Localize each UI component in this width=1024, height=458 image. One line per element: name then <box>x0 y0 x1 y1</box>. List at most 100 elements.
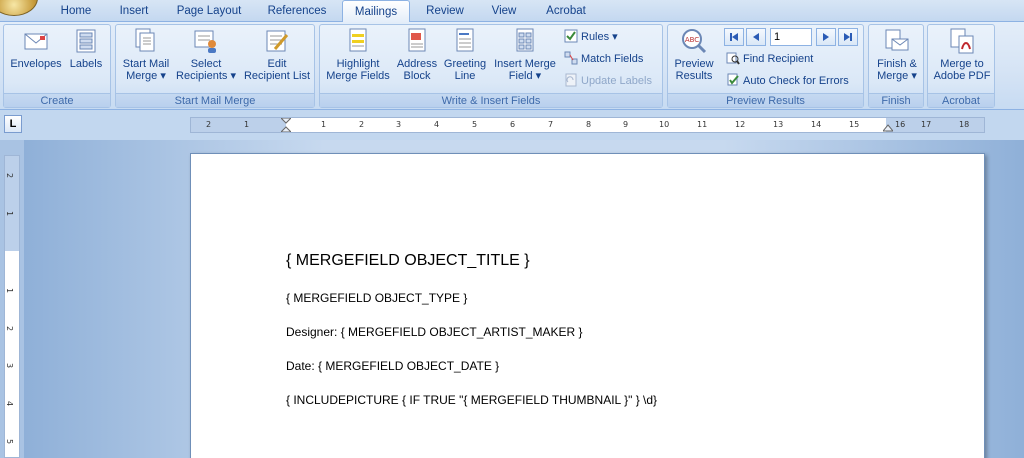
update-labels-button[interactable]: Update Labels <box>564 72 652 90</box>
document-page[interactable]: { MERGEFIELD OBJECT_TITLE } { MERGEFIELD… <box>190 153 985 458</box>
preview-results-button[interactable]: ABC Preview Results <box>670 27 718 82</box>
office-button[interactable] <box>0 0 38 16</box>
group-acrobat: Merge to Adobe PDF Acrobat <box>927 24 995 108</box>
group-label-finish: Finish <box>869 93 923 107</box>
ruler-tick: 2 <box>5 325 15 332</box>
ruler-tick: 4 <box>434 120 440 129</box>
preview-abc-icon: ABC <box>682 29 707 54</box>
adobe-pdf-icon <box>950 28 974 54</box>
address-block-icon <box>408 28 426 52</box>
ruler-tick: 13 <box>773 120 784 129</box>
ribbon-tab-bar: Home Insert Page Layout References Maili… <box>0 0 1024 23</box>
ruler-tick: 12 <box>735 120 746 129</box>
auto-check-errors-button[interactable]: Auto Check for Errors <box>726 72 849 90</box>
edit-list-icon <box>266 30 289 52</box>
group-write-insert-fields: Highlight Merge Fields Address Block Gre… <box>319 24 663 108</box>
next-record-button[interactable] <box>816 28 836 46</box>
greeting-line-icon <box>456 28 474 52</box>
record-number-input[interactable] <box>770 28 812 46</box>
insert-field-icon <box>516 28 534 52</box>
ruler-row: L 2 1 1 2 3 4 5 6 7 8 9 10 11 12 13 14 1… <box>0 110 1024 140</box>
ruler-tick: 1 <box>244 120 250 129</box>
ruler-tick: 18 <box>959 120 970 129</box>
include-picture-field[interactable]: { INCLUDEPICTURE { IF TRUE "{ MERGEFIELD… <box>286 393 657 407</box>
group-label-create: Create <box>4 93 110 107</box>
rules-button[interactable]: Rules ▾ <box>564 28 618 46</box>
address-block-button[interactable]: Address Block <box>394 27 440 82</box>
finish-merge-icon <box>885 29 909 51</box>
rules-icon <box>564 29 578 43</box>
merge-to-adobe-pdf-button[interactable]: Merge to Adobe PDF <box>930 27 994 82</box>
last-record-button[interactable] <box>838 28 858 46</box>
tab-acrobat[interactable]: Acrobat <box>536 3 596 22</box>
insert-merge-field-button[interactable]: Insert Merge Field ▾ <box>490 27 560 82</box>
group-label-write-insert-fields: Write & Insert Fields <box>320 93 662 107</box>
tab-selector-button[interactable]: L <box>4 115 22 133</box>
right-indent-marker[interactable] <box>883 118 893 132</box>
finish-merge-button[interactable]: Finish & Merge ▾ <box>871 27 923 82</box>
find-recipient-button[interactable]: Find Recipient <box>726 50 813 68</box>
tab-insert[interactable]: Insert <box>108 3 160 22</box>
ruler-tick: 2 <box>5 172 15 179</box>
ruler-tick: 3 <box>5 362 15 369</box>
start-mail-merge-button[interactable]: Start Mail Merge ▾ <box>118 27 174 82</box>
vertical-ruler[interactable]: 2 1 1 2 3 4 5 <box>4 155 20 458</box>
tab-mailings[interactable]: Mailings <box>342 0 410 23</box>
recipients-icon <box>194 30 216 53</box>
ruler-tick: 10 <box>659 120 670 129</box>
left-indent-marker[interactable] <box>281 118 291 132</box>
group-label-preview-results: Preview Results <box>668 93 863 107</box>
ruler-tick: 7 <box>548 120 554 129</box>
ribbon: Envelopes Labels Create Start Mail Merge… <box>0 22 1024 110</box>
tab-view[interactable]: View <box>482 3 526 22</box>
highlight-merge-fields-button[interactable]: Highlight Merge Fields <box>322 27 394 82</box>
group-label-acrobat: Acrobat <box>928 93 994 107</box>
designer-line[interactable]: Designer: { MERGEFIELD OBJECT_ARTIST_MAK… <box>286 325 583 339</box>
tab-references[interactable]: References <box>258 3 336 22</box>
match-fields-icon <box>564 51 578 65</box>
first-record-button[interactable] <box>724 28 744 46</box>
ruler-tick: 5 <box>472 120 478 129</box>
ruler-tick: 3 <box>396 120 402 129</box>
tab-review[interactable]: Review <box>416 3 474 22</box>
select-recipients-button[interactable]: Select Recipients ▾ <box>174 27 238 82</box>
top-margin-area <box>5 156 19 251</box>
edit-recipient-list-button[interactable]: Edit Recipient List <box>240 27 314 82</box>
match-fields-button[interactable]: Match Fields <box>564 50 643 68</box>
ruler-tick: 14 <box>811 120 822 129</box>
group-label-start-mail-merge: Start Mail Merge <box>116 93 314 107</box>
merge-field-object-title[interactable]: { MERGEFIELD OBJECT_TITLE } <box>286 252 530 270</box>
group-finish: Finish & Merge ▾ Finish <box>868 24 924 108</box>
horizontal-ruler[interactable]: 2 1 1 2 3 4 5 6 7 8 9 10 11 12 13 14 15 … <box>190 117 985 133</box>
group-preview-results: ABC Preview Results Find Recipient Auto … <box>667 24 864 108</box>
ruler-tick: 5 <box>5 438 15 445</box>
group-create: Envelopes Labels Create <box>3 24 111 108</box>
group-start-mail-merge: Start Mail Merge ▾ Select Recipients ▾ E… <box>115 24 315 108</box>
previous-record-button[interactable] <box>746 28 766 46</box>
tab-home[interactable]: Home <box>52 3 100 22</box>
greeting-line-button[interactable]: Greeting Line <box>440 27 490 82</box>
ruler-tick: 9 <box>623 120 629 129</box>
envelopes-button[interactable]: Envelopes <box>10 27 62 70</box>
ruler-tick: 15 <box>849 120 860 129</box>
tab-page-layout[interactable]: Page Layout <box>168 3 250 22</box>
merge-field-object-type[interactable]: { MERGEFIELD OBJECT_TYPE } <box>286 291 467 305</box>
labels-button[interactable]: Labels <box>66 27 106 70</box>
highlight-icon <box>349 28 367 52</box>
auto-check-icon <box>727 73 739 86</box>
ruler-tick: 2 <box>206 120 212 129</box>
envelope-icon <box>24 33 48 50</box>
ruler-tick: 17 <box>921 120 932 129</box>
ruler-tick: 4 <box>5 400 15 407</box>
ruler-tick: 8 <box>586 120 592 129</box>
ruler-tick: 1 <box>5 210 15 217</box>
svg-text:ABC: ABC <box>685 36 699 44</box>
update-labels-icon <box>565 73 577 87</box>
ruler-tick: 6 <box>510 120 516 129</box>
date-line[interactable]: Date: { MERGEFIELD OBJECT_DATE } <box>286 359 499 373</box>
documents-icon <box>135 28 155 52</box>
ruler-tick: 1 <box>321 120 327 129</box>
next-record-icon <box>823 33 829 41</box>
last-record-icon <box>844 33 852 41</box>
previous-record-icon <box>753 33 759 41</box>
